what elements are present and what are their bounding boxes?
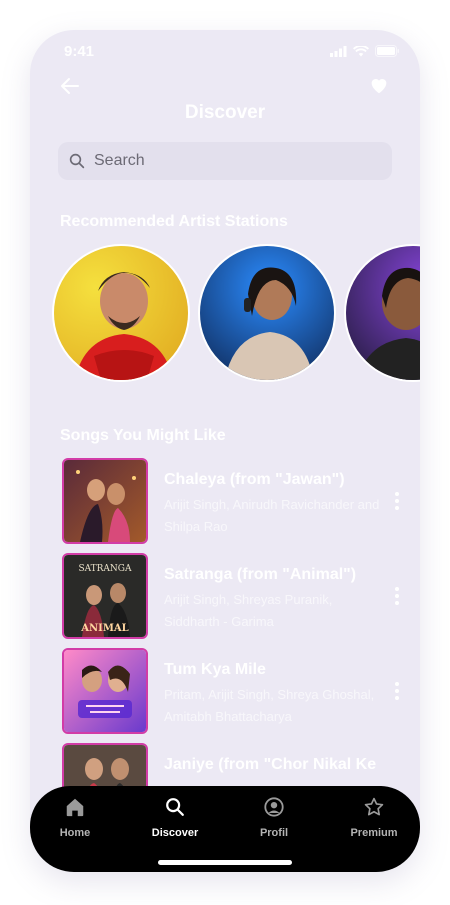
profile-icon [264,797,284,817]
wifi-icon [353,45,369,56]
search-icon [166,798,184,816]
artist-photo [346,246,420,380]
status-time: 9:41 [64,43,95,60]
heart-icon[interactable] [368,74,390,96]
phone-frame: 9:41 Discover Recommended Artist Station… [30,30,420,872]
song-cover: SATRANGA ANIMAL [62,553,148,639]
nav-label-discover: Discover [151,827,199,839]
svg-text:SATRANGA: SATRANGA [78,564,132,574]
nav-label-profile: Profil [259,827,289,839]
nav-premium[interactable]: Premium [334,796,414,839]
song-cover [62,648,148,734]
search-bar[interactable] [58,142,392,180]
songs-section-title: Songs You Might Like [60,427,226,444]
song-item[interactable]: Chaleya (from "Jawan") Arijit Singh, Ani… [62,458,420,546]
home-indicator [158,860,292,865]
song-artists: Pritam, Arijit Singh, Shreya Ghoshal, Am… [164,687,375,724]
svg-text:ANIMAL: ANIMAL [80,623,128,634]
page-title: Discover [184,102,266,123]
artist-photo [200,246,334,380]
nav-discover[interactable]: Discover [135,796,215,839]
star-icon [364,797,384,816]
nav-profile[interactable]: Profil [234,796,314,839]
header: Discover [30,74,420,134]
song-title: Tum Kya Mile [164,661,266,678]
home-icon [66,798,84,817]
battery-icon [375,45,399,57]
more-options-icon[interactable] [394,586,400,606]
nav-label-premium: Premium [350,827,398,839]
status-bar: 9:41 [30,30,420,74]
artists-section-title: Recommended Artist Stations [60,213,288,230]
song-cover [62,458,148,544]
search-input[interactable] [92,151,376,171]
signal-icon [330,45,347,57]
artist-station-3[interactable] [344,244,420,382]
back-arrow-icon[interactable] [58,74,82,98]
song-artists: Arijit Singh, Shreyas Puranik, Siddharth… [164,592,333,629]
song-title: Janiye (from "Chor Nikal Ke [164,756,377,773]
nav-label-home: Home [59,827,91,839]
artist-station-2[interactable] [198,244,336,382]
artist-photo [54,246,188,380]
song-item[interactable]: SATRANGA ANIMAL Satranga (from "Animal") … [62,553,420,641]
song-item[interactable]: Tum Kya Mile Pritam, Arijit Singh, Shrey… [62,648,420,736]
search-icon [69,153,85,169]
status-icons [330,45,400,57]
more-options-icon[interactable] [394,681,400,701]
song-title: Chaleya (from "Jawan") [164,471,345,488]
artist-carousel[interactable] [52,244,420,389]
nav-home[interactable]: Home [35,796,115,839]
song-artists: Arijit Singh, Anirudh Ravichander and Sh… [164,497,380,534]
more-options-icon[interactable] [394,491,400,511]
song-title: Satranga (from "Animal") [164,566,357,583]
artist-station-1[interactable] [52,244,190,382]
